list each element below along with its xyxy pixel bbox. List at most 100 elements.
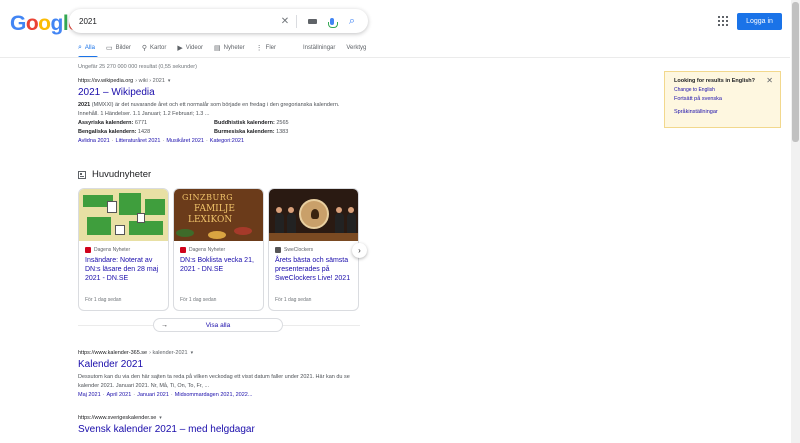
news-thumbnail [269,189,358,241]
view-all-label: Visa alla [205,321,231,329]
caret-down-icon[interactable]: ▾ [159,415,162,421]
news-title[interactable]: Insändare: Noterat av DN:s läsare den 28… [85,256,162,283]
map-pin-icon: ⚲ [141,45,148,52]
news-card[interactable]: Dagens Nyheter Insändare: Noterat av DN:… [78,188,169,311]
tab-news[interactable]: ▤ Nyheter [214,43,245,53]
divider [283,325,360,326]
tab-label: Bilder [115,45,131,51]
tab-maps[interactable]: ⚲ Kartor [142,43,166,53]
result-path: › kalender-2021 [149,350,188,356]
continue-swedish-link[interactable]: Fortsätt på svenska [674,96,771,102]
sitelink[interactable]: Januari 2021 [137,392,169,398]
result-cite[interactable]: https://www.kalender-365.se › kalender-2… [78,350,368,356]
image-icon: ▭ [105,45,113,52]
carousel-next-button[interactable]: › [352,243,367,258]
result-cite[interactable]: https://sv.wikipedia.org › wiki › 2021 ▾ [78,78,368,84]
logo-letter: o [25,12,39,35]
tab-more[interactable]: ⋮ Fler [256,43,276,53]
search-input[interactable]: 2021 [79,17,273,26]
result-title[interactable]: 2021 – Wikipedia [78,87,368,98]
tab-settings[interactable]: Inställningar [303,43,335,53]
caret-down-icon[interactable]: ▾ [191,350,194,356]
sweclockers-logo-icon [275,247,281,253]
tab-label: Fler [265,45,277,51]
sitelink[interactable]: April 2021 [106,392,131,398]
logo-letter: g [50,12,64,35]
sitelink[interactable]: Kategori:2021 [210,138,244,144]
result-cite[interactable]: https://www.sverigeskalender.se ▾ [78,415,368,421]
result-stats: Ungefär 25 270 000 000 resultat (0,55 se… [78,64,197,70]
news-source: Dagens Nyheter [180,247,263,253]
tabs-divider [0,57,790,58]
caret-down-icon[interactable]: ▾ [168,78,171,84]
result-url: https://sv.wikipedia.org [78,78,134,84]
search-divider [296,14,297,28]
chevron-right-icon: › [358,246,361,255]
news-title[interactable]: Årets bästa och sämsta presenterades på … [275,256,352,283]
search-icon: ⌕ [78,44,82,51]
login-button[interactable]: Logga in [737,13,782,30]
divider [78,325,153,326]
result-snippet: Dessutom kan du via den här sajten ta re… [78,374,350,389]
search-result-wikipedia: https://sv.wikipedia.org › wiki › 2021 ▾… [78,78,368,144]
language-suggestion-panel: Looking for results in English? ✕ Change… [664,71,781,128]
result-facts: Assyriska kalendern: 6771 Buddhistisk ka… [78,119,368,136]
tab-label: Alla [84,45,95,51]
more-icon: ⋮ [255,45,263,52]
arrow-right-icon: → [161,321,168,329]
sitelink[interactable]: Musikåret 2021 [166,138,204,144]
sitelink[interactable]: Avlidna 2021 [78,138,110,144]
tab-tools[interactable]: Verktyg [346,43,366,53]
news-card[interactable]: GINZBURG FAMILJE LEXIKON Dagens Nyheter … [173,188,264,311]
video-icon: ▶ [177,45,183,52]
news-source: Dagens Nyheter [85,247,168,253]
result-url: https://www.kalender-365.se [78,350,148,356]
change-to-english-link[interactable]: Change to English [674,87,771,93]
search-result-kalender365: https://www.kalender-365.se › kalender-2… [78,350,368,398]
news-source: SweClockers [275,247,358,253]
news-age: För 1 dag sedan [275,297,312,303]
scrollbar-thumb[interactable] [792,2,799,142]
microphone-icon[interactable] [324,13,340,29]
clear-icon[interactable]: ✕ [277,13,293,29]
news-age: För 1 dag sedan [180,297,217,303]
dn-logo-icon [180,247,186,253]
search-icon[interactable]: ⌕ [344,13,360,29]
result-sitelinks: Maj 2021 · April 2021 · Januari 2021 · Midsomm… [78,392,253,398]
result-path: › wiki › 2021 [135,78,165,84]
page-scrollbar[interactable] [791,0,800,443]
sitelink[interactable]: Litteraturåret 2021 [116,138,161,144]
view-all-button[interactable]: → Visa alla [153,318,283,332]
tab-videos[interactable]: ▶ Videor [177,43,203,53]
tab-all[interactable]: ⌕ Alla [78,43,95,53]
tab-label: Kartor [150,45,167,51]
news-age: För 1 dag sedan [85,297,122,303]
fact-item: Assyriska kalendern: 6771 [78,120,148,126]
news-title[interactable]: DN:s Boklista vecka 21, 2021 - DN.SE [180,256,257,274]
news-icon: ▤ [214,45,221,52]
sitelink[interactable]: Maj 2021 [78,392,101,398]
news-icon [78,170,86,179]
dn-logo-icon [85,247,91,253]
tab-label: Nyheter [223,45,245,51]
news-thumbnail: GINZBURG FAMILJE LEXIKON [174,189,263,241]
sitelink[interactable]: Midsommardagen 2021, 2022... [175,392,253,398]
panel-heading: Looking for results in English? [674,78,755,84]
news-card[interactable]: SweClockers Årets bästa och sämsta prese… [268,188,359,311]
tab-images[interactable]: ▭ Bilder [106,43,131,53]
news-carousel: Dagens Nyheter Insändare: Noterat av DN:… [78,188,360,311]
result-title[interactable]: Svensk kalender 2021 – med helgdagar [78,424,368,435]
result-title[interactable]: Kalender 2021 [78,359,368,370]
search-result-sverigeskalender: https://www.sverigeskalender.se ▾ Svensk… [78,415,368,435]
fact-item: Burmesiska kalendern: 1383 [214,128,289,135]
result-url: https://www.sverigeskalender.se [78,415,157,421]
language-settings-link[interactable]: Språkinställningar [674,109,771,115]
apps-grid-icon[interactable] [718,16,728,26]
search-tabs: ⌕ Alla ▭ Bilder ⚲ Kartor ▶ Videor ▤ Nyheter ⋮… [78,43,377,53]
search-box[interactable]: 2021 ✕ ⌕ [69,9,368,33]
result-sitelinks: Avlidna 2021 · Litteraturåret 2021 · Musikår… [78,138,245,144]
close-icon[interactable]: ✕ [766,76,773,85]
news-thumbnail [79,189,168,241]
keyboard-icon[interactable] [304,13,320,29]
fact-item: Buddhistisk kalendern: 2565 [214,120,289,126]
